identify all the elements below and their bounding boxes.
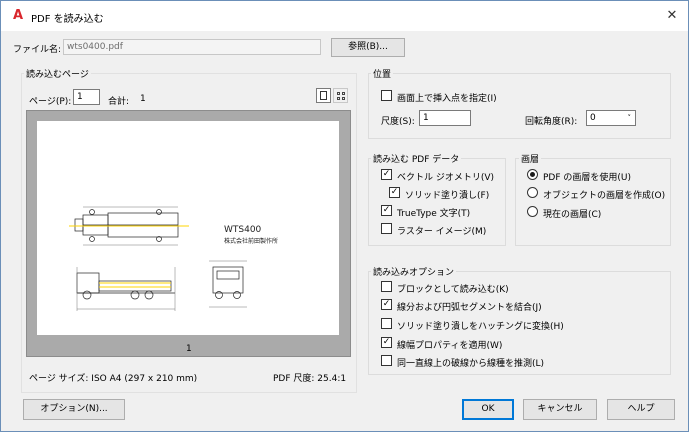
raster-image-checkbox[interactable] [381, 223, 392, 234]
file-name-label: ファイル名: [13, 45, 62, 55]
total-value: 1 [140, 94, 146, 104]
apply-lineweight-label: 線幅プロパティを適用(W) [397, 341, 503, 351]
single-page-view-icon[interactable] [316, 88, 331, 103]
raster-image-label: ラスター イメージ(M) [397, 227, 487, 237]
ok-button[interactable]: OK [462, 399, 514, 420]
solid-fill-label: ソリッド塗り潰し(F) [405, 191, 490, 201]
position-section-title: 位置 [371, 67, 394, 80]
browse-button[interactable]: 参照(B)... [331, 38, 405, 57]
chevron-down-icon: ˅ [627, 114, 632, 122]
solid-fill-checkbox[interactable]: ✓ [389, 187, 400, 198]
import-as-block-checkbox[interactable] [381, 281, 392, 292]
current-layer-radio[interactable] [527, 206, 538, 217]
total-label: 合計: [108, 97, 130, 107]
specify-on-screen-label: 画面上で挿入点を指定(I) [397, 94, 497, 104]
create-object-layers-radio[interactable] [527, 187, 538, 198]
cancel-button[interactable]: キャンセル [523, 399, 597, 420]
infer-linetype-label: 同一直線上の破線から線種を推測(L) [397, 359, 545, 369]
join-segments-checkbox[interactable]: ✓ [381, 299, 392, 310]
vector-geometry-label: ベクトル ジオメトリ(V) [397, 173, 495, 183]
thumbnail-grid-view-icon[interactable] [333, 88, 348, 103]
current-layer-label: 現在の画層(C) [543, 210, 602, 220]
import-as-block-label: ブロックとして読み込む(K) [397, 285, 509, 295]
page-input[interactable]: 1 [73, 89, 100, 105]
convert-hatch-checkbox[interactable] [381, 318, 392, 329]
position-group [368, 73, 671, 139]
rotation-select[interactable]: 0 ˅ [586, 110, 636, 126]
pages-section-title: 読み込むページ [24, 67, 91, 80]
import-options-section-title: 読み込みオプション [371, 265, 457, 278]
vector-geometry-checkbox[interactable]: ✓ [381, 169, 392, 180]
page-preview: WTS400 株式会社前田製作所 [37, 121, 339, 335]
drawing-thumbnail: WTS400 株式会社前田製作所 [69, 206, 278, 311]
preview-page-number: 1 [186, 344, 192, 354]
title-bar: A PDF を読み込む ✕ [1, 1, 688, 31]
page-size-text: ページ サイズ: ISO A4 (297 x 210 mm) [29, 374, 198, 384]
pdf-import-dialog: A PDF を読み込む ✕ ファイル名: wts0400.pdf 参照(B)..… [0, 0, 689, 432]
apply-lineweight-checkbox[interactable]: ✓ [381, 337, 392, 348]
rotation-label: 回転角度(R): [525, 117, 578, 127]
file-name-field[interactable]: wts0400.pdf [63, 39, 321, 55]
autocad-logo-icon: A [13, 8, 24, 23]
help-button[interactable]: ヘルプ [607, 399, 675, 420]
close-button[interactable]: ✕ [662, 7, 682, 25]
options-button[interactable]: オプション(N)... [23, 399, 125, 420]
pdf-scale-text: PDF 尺度: 25.4:1 [273, 374, 347, 384]
pdf-data-section-title: 読み込む PDF データ [371, 152, 462, 165]
join-segments-label: 線分および円弧セグメントを結合(J) [397, 303, 542, 313]
window-title: PDF を読み込む [31, 14, 104, 25]
infer-linetype-checkbox[interactable] [381, 355, 392, 366]
use-pdf-layers-label: PDF の画層を使用(U) [543, 173, 632, 183]
create-object-layers-label: オブジェクトの画層を作成(O) [543, 191, 666, 201]
page-label: ページ(P): [29, 97, 72, 107]
truetype-checkbox[interactable]: ✓ [381, 205, 392, 216]
use-pdf-layers-radio[interactable] [527, 169, 538, 180]
rotation-value: 0 [590, 113, 596, 123]
drawing-title: WTS400 [224, 225, 262, 235]
specify-on-screen-checkbox[interactable] [381, 90, 392, 101]
layers-section-title: 画層 [519, 152, 542, 165]
scale-input[interactable]: 1 [419, 110, 471, 126]
convert-hatch-label: ソリッド塗り潰しをハッチングに変換(H) [397, 322, 564, 332]
truetype-label: TrueType 文字(T) [397, 209, 471, 219]
scale-label: 尺度(S): [381, 117, 415, 127]
drawing-company: 株式会社前田製作所 [224, 237, 278, 245]
